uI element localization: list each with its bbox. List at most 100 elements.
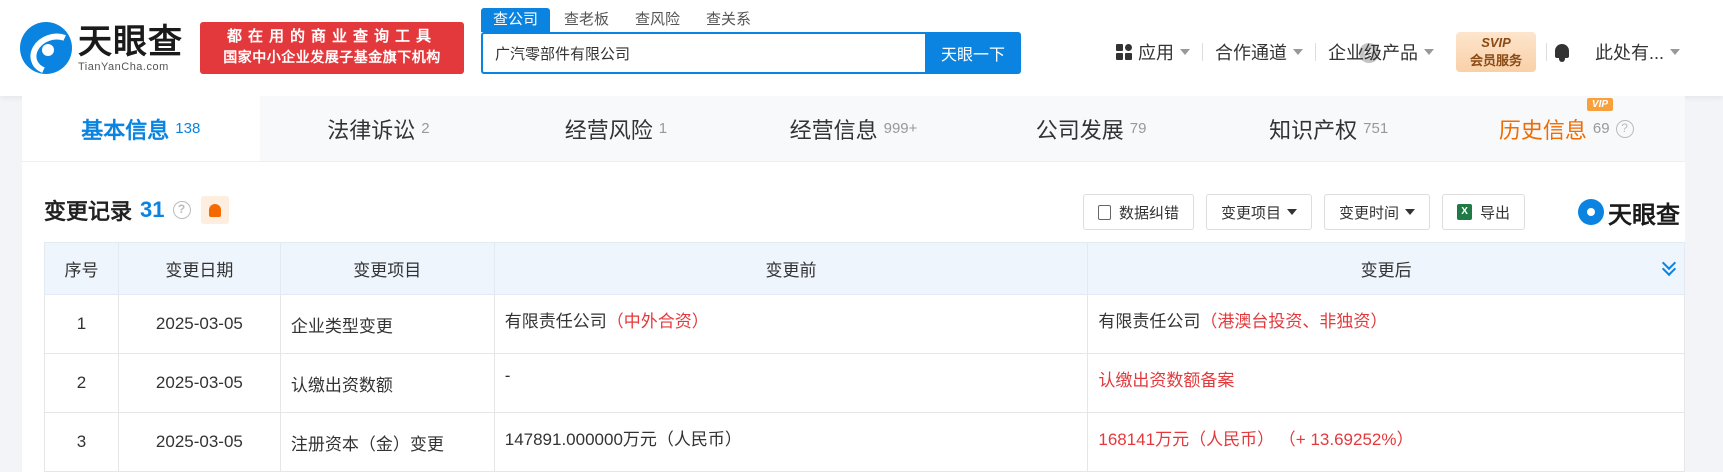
change-item-filter[interactable]: 变更项目: [1206, 194, 1313, 230]
tab-label: 知识产权: [1269, 117, 1358, 143]
logo-en-text: TianYanCha.com: [78, 61, 169, 73]
after-highlight: （港澳台投资、非独资）: [1200, 312, 1388, 331]
cell-no: 1: [44, 294, 119, 354]
chevron-down-icon: [1180, 49, 1190, 55]
info-tabs: 基本信息 138 法律诉讼 2 经营风险 1 经营信息 999+ 公司发展 79 知识产权…: [22, 96, 1686, 162]
cell-date: 2025-03-05: [117, 294, 281, 354]
tab-count: 138: [175, 120, 201, 137]
tab-label: 经营风险: [564, 117, 653, 143]
svip-label: SVIP: [1481, 35, 1511, 50]
nav-enterprise-label: 企业级产品: [1328, 43, 1418, 63]
bell-icon: [208, 203, 221, 217]
table-row: 2 2025-03-05 认缴出资数额 - 认缴出资数额备案: [44, 353, 1685, 413]
logo-cn-text: 天眼查: [78, 23, 183, 61]
tab-count: 79: [1129, 120, 1147, 137]
cell-after: 认缴出资数额备案: [1087, 353, 1685, 413]
nav-apps-label: 应用: [1138, 43, 1174, 63]
col-header-after: 变更后: [1087, 242, 1685, 295]
col-header-before: 变更前: [493, 242, 1089, 295]
cell-date: 2025-03-05: [117, 412, 281, 472]
cell-item: 企业类型变更: [279, 294, 495, 354]
search-input[interactable]: [481, 32, 925, 74]
col-header-date: 变更日期: [117, 242, 281, 295]
slogan-banner: 都在用的商业查询工具 国家中小企业发展子基金旗下机构: [200, 22, 464, 74]
svip-button[interactable]: SVIP 会员服务: [1456, 32, 1536, 72]
tab-development[interactable]: 公司发展 79: [972, 96, 1210, 161]
table-row: 3 2025-03-05 注册资本（金）变更 147891.000000万元（人…: [44, 412, 1685, 472]
tab-count: 1: [658, 120, 668, 137]
caret-down-icon: [1287, 209, 1298, 215]
tab-count: 999+: [883, 120, 918, 137]
before-highlight: （中外合资）: [606, 312, 709, 331]
cell-date: 2025-03-05: [117, 353, 281, 413]
cell-after: 168141万元（人民币） （+ 13.69252%）: [1087, 412, 1685, 472]
tab-label: 经营信息: [789, 117, 878, 143]
eye-logo-icon: [1578, 199, 1604, 225]
double-chevron-down-icon[interactable]: [1662, 261, 1676, 275]
search-type-tabs: 查公司 查老板 查风险 查关系: [481, 8, 765, 32]
tab-count: 69: [1592, 120, 1610, 137]
tab-basic-info[interactable]: 基本信息 138: [22, 96, 260, 161]
tab-count: 2: [421, 120, 430, 137]
chevron-down-icon: [1424, 49, 1434, 55]
section-count: 31: [140, 197, 165, 222]
cell-item: 认缴出资数额: [279, 353, 495, 413]
slogan-line2: 国家中小企业发展子基金旗下机构: [223, 49, 441, 65]
search-tab-boss[interactable]: 查老板: [552, 8, 621, 32]
tab-count: 751: [1363, 120, 1389, 137]
apps-grid-icon: [1116, 44, 1132, 60]
excel-icon: X: [1457, 204, 1473, 220]
help-icon[interactable]: ?: [172, 201, 191, 219]
cell-before: 147891.000000万元（人民币）: [493, 412, 1089, 472]
bell-icon[interactable]: [1553, 42, 1571, 62]
col-header-after-label: 变更后: [1360, 261, 1412, 280]
search-button[interactable]: 天眼一下: [925, 32, 1021, 74]
table-header-row: 序号 变更日期 变更项目 变更前 变更后: [44, 242, 1685, 295]
change-item-label: 变更项目: [1221, 204, 1282, 222]
data-correction-button[interactable]: 数据纠错: [1083, 194, 1195, 230]
user-menu[interactable]: 此处有...: [1583, 39, 1692, 65]
tab-legal[interactable]: 法律诉讼 2: [259, 96, 498, 161]
before-text: 147891.000000万元（人民币）: [504, 430, 742, 449]
main-content: 基本信息 138 法律诉讼 2 经营风险 1 经营信息 999+ 公司发展 79 知识产权…: [22, 96, 1686, 472]
before-text: 有限责任公司: [504, 312, 607, 331]
cell-before: -: [493, 353, 1089, 413]
cell-no: 3: [44, 412, 119, 472]
change-records-table: 序号 变更日期 变更项目 变更前 变更后 1 2025-03-05 企业类型变更…: [44, 242, 1685, 472]
nav-cooperation[interactable]: 合作通道: [1203, 39, 1315, 65]
help-icon[interactable]: ?: [1615, 119, 1634, 138]
cell-item: 注册资本（金）变更: [279, 412, 495, 472]
tab-label: 公司发展: [1035, 117, 1124, 143]
section-toolbar: 数据纠错 变更项目 变更时间 X 导出: [1083, 194, 1537, 230]
divider: [1546, 43, 1547, 61]
nav-apps[interactable]: 应用: [1104, 39, 1202, 65]
before-text: -: [504, 366, 511, 385]
search-tab-risk[interactable]: 查风险: [623, 8, 692, 32]
section-title: 变更记录: [44, 199, 133, 224]
change-time-label: 变更时间: [1339, 204, 1400, 222]
search-tab-company[interactable]: 查公司: [481, 8, 551, 32]
svip-service-label: 会员服务: [1469, 53, 1522, 68]
tab-label: 法律诉讼: [327, 117, 416, 143]
eye-logo-icon: [20, 22, 72, 74]
cell-before: 有限责任公司（中外合资）: [493, 294, 1089, 354]
tab-history[interactable]: VIP 历史信息 69 ?: [1447, 96, 1686, 161]
cell-after: 有限责任公司（港澳台投资、非独资）: [1087, 294, 1685, 354]
col-header-item: 变更项目: [279, 242, 495, 295]
nav-enterprise-products[interactable]: 企业级产品: [1316, 39, 1446, 65]
tab-label: 基本信息: [81, 117, 170, 143]
tab-business-risk[interactable]: 经营风险 1: [497, 96, 735, 161]
search-tab-relation[interactable]: 查关系: [694, 8, 763, 32]
tab-ip[interactable]: 知识产权 751: [1209, 96, 1448, 161]
change-time-filter[interactable]: 变更时间: [1324, 194, 1431, 230]
export-button[interactable]: X 导出: [1442, 194, 1526, 230]
tab-business-info[interactable]: 经营信息 999+: [734, 96, 973, 161]
tianyancha-logo[interactable]: 天眼查 TianYanCha.com: [20, 20, 192, 76]
subscribe-bell-button[interactable]: [200, 196, 229, 224]
brand-text: 天眼查: [1608, 201, 1680, 229]
col-header-no: 序号: [44, 242, 119, 295]
user-name: 此处有...: [1595, 43, 1665, 63]
export-label: 导出: [1480, 204, 1511, 222]
top-header: 天眼查 TianYanCha.com 都在用的商业查询工具 国家中小企业发展子基…: [0, 0, 1723, 96]
chevron-down-icon: [1293, 49, 1303, 55]
